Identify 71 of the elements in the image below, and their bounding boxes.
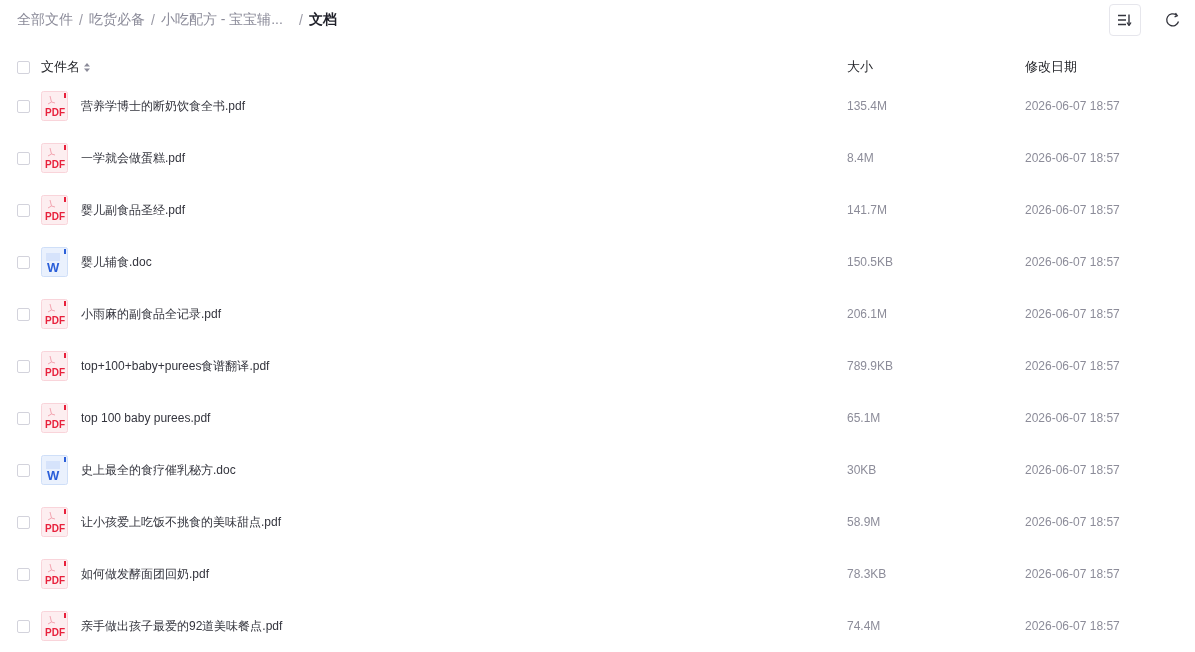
modified-date: 2026-06-07 18:57 [1025,203,1121,217]
column-header: 文件名 [41,58,80,76]
file-size: 58.9M [847,515,882,529]
pdf-file-icon: PDF [41,351,68,381]
breadcrumb-separator: / [79,12,83,28]
file-size: 30KB [847,463,878,477]
file-name[interactable]: 史上最全的食疗催乳秘方.doc [81,461,236,479]
file-size: 206.1M [847,307,889,321]
modified-date: 2026-06-07 18:57 [1025,255,1121,269]
breadcrumb-link[interactable]: 全部文件 [17,11,73,29]
column-header: 大小 [847,58,873,76]
file-name[interactable]: 小雨麻的副食品全记录.pdf [81,305,221,323]
checkbox[interactable] [17,411,30,425]
file-name[interactable]: 让小孩爱上吃饭不挑食的美味甜点.pdf [81,513,281,531]
file-size: 141.7M [847,203,889,217]
breadcrumb-link[interactable]: 文档 [308,11,337,29]
checkbox[interactable] [17,255,30,269]
modified-date: 2026-06-07 18:57 [1025,463,1121,477]
checkbox[interactable] [17,463,30,477]
file-size: 78.3KB [847,567,888,581]
breadcrumb-link[interactable]: 小吃配方 - 宝宝辅... [160,11,283,29]
file-name[interactable]: top+100+baby+purees食谱翻译.pdf [81,357,270,375]
breadcrumb-separator: / [298,12,303,28]
modified-date: 2026-06-07 18:57 [1025,619,1121,633]
breadcrumb-separator: / [150,12,155,28]
refresh-button[interactable] [1165,12,1181,28]
checkbox[interactable] [17,151,30,165]
file-size: 789.9KB [847,359,895,373]
modified-date: 2026-06-07 18:57 [1025,515,1121,529]
column-header: 修改日期 [1025,58,1077,76]
checkbox[interactable] [17,515,30,529]
pdf-file-icon: PDF [41,403,68,433]
file-name[interactable]: 婴儿辅食.doc [81,253,152,271]
file-name[interactable]: 营养学博士的断奶饮食全书.pdf [81,97,245,115]
file-size: 150.5KB [847,255,895,269]
file-size: 8.4M [847,151,875,165]
checkbox[interactable] [17,60,30,74]
file-name[interactable]: top 100 baby purees.pdf [81,411,211,425]
pdf-file-icon: PDF [41,143,68,173]
modified-date: 2026-06-07 18:57 [1025,151,1121,165]
modified-date: 2026-06-07 18:57 [1025,99,1121,113]
file-name[interactable]: 婴儿副食品圣经.pdf [81,201,185,219]
checkbox[interactable] [17,203,30,217]
word-file-icon: W [41,247,68,277]
pdf-file-icon: PDF [41,195,68,225]
pdf-file-icon: PDF [41,559,68,589]
pdf-file-icon: PDF [41,91,68,121]
sort-lines-icon [1118,14,1132,26]
sort-order-button[interactable] [1109,4,1141,36]
modified-date: 2026-06-07 18:57 [1025,307,1121,321]
file-size: 65.1M [847,411,882,425]
checkbox[interactable] [17,619,30,633]
modified-date: 2026-06-07 18:57 [1025,567,1121,581]
modified-date: 2026-06-07 18:57 [1025,359,1121,373]
pdf-file-icon: PDF [41,299,68,329]
file-size: 135.4M [847,99,889,113]
pdf-file-icon: PDF [41,507,68,537]
word-file-icon: W [41,455,68,485]
file-name[interactable]: 亲手做出孩子最爱的92道美味餐点.pdf [81,617,283,635]
sort-icon[interactable] [84,62,90,72]
file-name[interactable]: 一学就会做蛋糕.pdf [81,149,185,167]
pdf-file-icon: PDF [41,611,68,641]
checkbox[interactable] [17,359,30,373]
checkbox[interactable] [17,99,30,113]
breadcrumb-link[interactable]: 吃货必备 [88,11,145,29]
file-name[interactable]: 如何做发酵面团回奶.pdf [81,565,209,583]
refresh-icon [1165,12,1181,28]
modified-date: 2026-06-07 18:57 [1025,411,1121,425]
checkbox[interactable] [17,307,30,321]
file-size: 74.4M [847,619,882,633]
checkbox[interactable] [17,567,30,581]
